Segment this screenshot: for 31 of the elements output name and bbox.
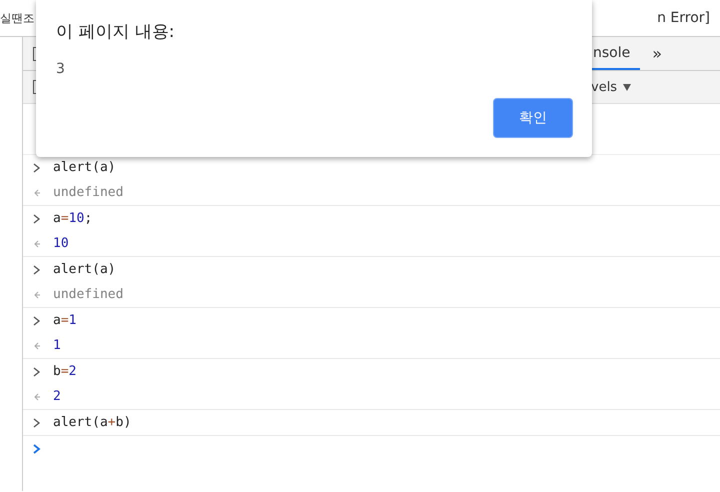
result-text: 2 bbox=[53, 389, 61, 404]
output-arrow-icon bbox=[33, 340, 41, 350]
command-text: b=2 bbox=[53, 364, 76, 379]
input-chevron-icon bbox=[33, 366, 41, 376]
output-arrow-icon bbox=[33, 392, 41, 402]
levels-dropdown[interactable]: vels bbox=[591, 80, 632, 94]
page-text: 실땐조 bbox=[0, 10, 34, 26]
ok-button[interactable]: 확인 bbox=[493, 98, 573, 138]
input-chevron-icon bbox=[33, 214, 41, 224]
prompt-icon bbox=[33, 444, 41, 454]
result-text: 10 bbox=[53, 236, 69, 251]
command-text: a=1 bbox=[53, 313, 76, 328]
output-arrow-icon bbox=[33, 290, 41, 300]
caret-icon bbox=[623, 84, 632, 90]
input-chevron-icon bbox=[33, 264, 41, 274]
dialog-message: 3 bbox=[56, 61, 66, 77]
result-text: 1 bbox=[53, 338, 61, 353]
output-arrow-icon bbox=[33, 238, 41, 248]
dialog-title: 이 페이지 내용: bbox=[56, 21, 176, 43]
page-text: n Error] bbox=[657, 10, 710, 26]
more-tabs-button[interactable]: » bbox=[640, 37, 674, 70]
result-text: undefined bbox=[53, 287, 124, 302]
command-text: alert(a) bbox=[53, 262, 116, 277]
input-chevron-icon bbox=[33, 316, 41, 326]
output-arrow-icon bbox=[33, 188, 41, 198]
command-text: alert(a) bbox=[53, 160, 116, 175]
input-chevron-icon bbox=[33, 418, 41, 428]
command-text: alert(a+b) bbox=[53, 415, 132, 430]
result-text: undefined bbox=[53, 185, 124, 200]
command-text: a=10; bbox=[53, 211, 92, 226]
input-chevron-icon bbox=[33, 162, 41, 172]
